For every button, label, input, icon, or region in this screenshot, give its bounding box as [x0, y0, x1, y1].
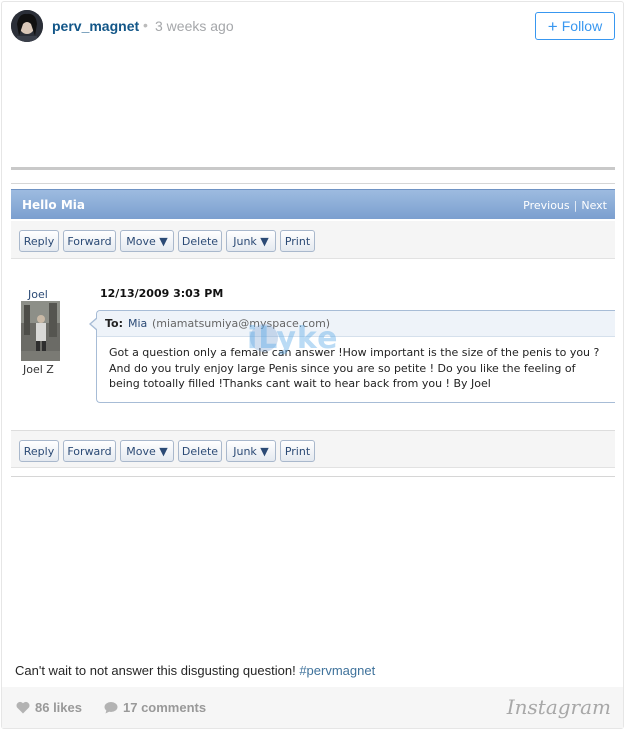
reply-button: Reply	[19, 440, 59, 462]
comment-icon	[104, 702, 118, 714]
to-label: To:	[105, 317, 123, 330]
likes-count[interactable]: 86 likes	[16, 700, 82, 715]
bubble-pointer-fill	[91, 318, 98, 330]
divider	[11, 476, 615, 477]
watermark-text: iLyke	[247, 321, 339, 356]
message-date: 12/13/2009 3:03 PM	[100, 287, 224, 300]
likes-label: 86 likes	[35, 700, 82, 715]
move-button: Move ▼	[120, 440, 174, 462]
move-button: Move ▼	[120, 230, 174, 252]
delete-button: Delete	[178, 440, 222, 462]
next-link: Next	[581, 199, 607, 212]
post-footer: 86 likes 17 comments Instagram	[2, 687, 623, 728]
comments-label: 17 comments	[123, 700, 207, 715]
comments-count[interactable]: 17 comments	[104, 700, 206, 715]
sender-photo	[21, 301, 60, 361]
instagram-logo[interactable]: Instagram	[507, 695, 611, 719]
forward-button: Forward	[63, 230, 116, 252]
nav-separator: |	[573, 199, 578, 212]
message-body: Got a question only a female can answer …	[109, 346, 600, 390]
sender-name: Joel	[28, 288, 48, 301]
print-button: Print	[280, 230, 315, 252]
follow-button[interactable]: + Follow	[535, 12, 615, 40]
avatar-image	[11, 10, 43, 42]
delete-button: Delete	[178, 230, 222, 252]
reply-button: Reply	[19, 230, 59, 252]
message-bubble: To: Mia (miamatsumiya@myspace.com) Got a…	[96, 310, 615, 403]
sender-full-name: Joel Z	[23, 363, 54, 376]
recipient-row: To: Mia (miamatsumiya@myspace.com)	[97, 311, 615, 337]
post-username[interactable]: perv_magnet	[52, 18, 139, 34]
hashtag-link[interactable]: #pervmagnet	[299, 663, 375, 678]
recipient-name: Mia	[128, 317, 148, 330]
mail-toolbar-bottom: Reply Forward Move ▼ Delete Junk ▼ Print	[11, 430, 615, 468]
header-separator: •	[143, 17, 148, 33]
mail-subject: Hello Mia	[22, 198, 85, 212]
divider	[11, 167, 615, 170]
caption-text: Can't wait to not answer this disgusting…	[15, 663, 300, 678]
heart-icon	[16, 701, 30, 714]
print-button: Print	[280, 440, 315, 462]
post-timestamp[interactable]: 3 weeks ago	[155, 18, 234, 34]
avatar[interactable]	[11, 10, 43, 42]
forward-button: Forward	[63, 440, 116, 462]
junk-button: Junk ▼	[226, 440, 276, 462]
plus-icon: +	[547, 16, 558, 36]
divider	[11, 183, 615, 184]
mail-pagination: Previous | Next	[523, 199, 607, 212]
previous-link: Previous	[523, 199, 570, 212]
mail-toolbar-top: Reply Forward Move ▼ Delete Junk ▼ Print	[11, 221, 615, 259]
junk-button: Junk ▼	[226, 230, 276, 252]
follow-label: Follow	[561, 18, 603, 34]
post-caption: Can't wait to not answer this disgusting…	[15, 663, 375, 678]
mail-header-bar: Hello Mia Previous | Next	[11, 189, 615, 219]
sender-photo-image	[21, 301, 60, 361]
